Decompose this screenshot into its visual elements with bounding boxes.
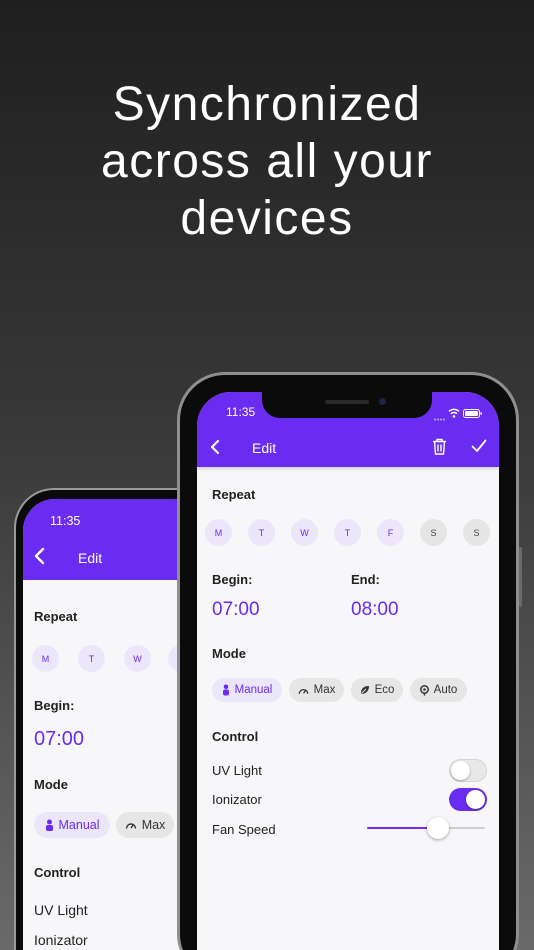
front-day-thu[interactable]: T <box>334 519 361 546</box>
back-begin-time[interactable]: 07:00 <box>34 728 84 751</box>
back-mode-max-label: Max <box>141 818 166 832</box>
wifi-icon <box>448 405 460 423</box>
signal-icon <box>434 408 446 426</box>
back-mode-label: Mode <box>34 777 68 792</box>
front-control-label: Control <box>212 729 259 744</box>
back-nav-title: Edit <box>78 550 103 566</box>
headline-line-3: devices <box>180 192 354 245</box>
back-control-ionizator: Ionizator <box>34 932 88 948</box>
back-begin-label: Begin: <box>34 698 75 713</box>
delete-button[interactable] <box>432 438 447 460</box>
hand-icon <box>222 684 229 696</box>
back-day-wed[interactable]: W <box>124 645 151 672</box>
front-mode-label: Mode <box>212 646 246 661</box>
speedometer-icon <box>125 823 136 829</box>
save-button[interactable] <box>471 439 487 458</box>
front-mode-max[interactable]: Max <box>289 678 344 702</box>
back-phone: 11:35 Edit Repeat M T W Begin: 07:00 Mod… <box>14 488 190 950</box>
phone-notch <box>262 392 432 418</box>
back-mode-manual-label: Manual <box>58 818 100 832</box>
back-day-mon[interactable]: M <box>32 645 59 672</box>
back-control-uv-light: UV Light <box>34 902 88 918</box>
back-button[interactable] <box>33 547 47 570</box>
front-nav-title: Edit <box>252 440 277 456</box>
front-status-time: 11:35 <box>226 405 256 419</box>
back-repeat-label: Repeat <box>34 609 78 624</box>
back-app-bar: 11:35 Edit <box>23 499 190 580</box>
front-mode-eco-label: Eco <box>374 684 395 696</box>
front-mode-auto[interactable]: Auto <box>410 678 467 702</box>
front-begin-label: Begin: <box>212 572 253 587</box>
hand-icon <box>45 819 53 831</box>
phone-side-button <box>519 547 522 607</box>
front-day-sun[interactable]: S <box>463 519 490 546</box>
back-day-tue[interactable]: T <box>78 645 105 672</box>
back-control-label: Control <box>34 865 81 880</box>
fan-speed-slider[interactable] <box>367 816 485 840</box>
speedometer-icon <box>298 688 308 694</box>
chevron-left-icon <box>34 547 45 565</box>
battery-icon <box>463 405 482 423</box>
front-phone: 11:35 Edit Repeat M T W T F S S Begin: 0… <box>177 372 522 950</box>
front-mode-manual-label: Manual <box>234 684 273 696</box>
front-end-label: End: <box>351 572 380 587</box>
front-mode-manual[interactable]: Manual <box>212 678 282 702</box>
front-mode-auto-label: Auto <box>433 684 458 696</box>
front-phone-screen: 11:35 Edit Repeat M T W T F S S Begin: 0… <box>197 392 499 950</box>
front-end-time[interactable]: 08:00 <box>351 599 399 621</box>
front-back-button[interactable] <box>209 439 221 460</box>
front-day-mon[interactable]: M <box>205 519 232 546</box>
front-day-fri[interactable]: F <box>377 519 404 546</box>
headline: Synchronized across all your devices <box>0 76 534 247</box>
front-control-uv-light: UV Light <box>212 763 262 778</box>
fan-slider-knob[interactable] <box>426 817 449 839</box>
back-mode-max[interactable]: Max <box>116 812 174 838</box>
check-icon <box>471 439 487 452</box>
front-repeat-label: Repeat <box>212 487 256 502</box>
front-begin-time[interactable]: 07:00 <box>212 599 260 621</box>
front-mode-eco[interactable]: Eco <box>351 678 403 702</box>
leaf-icon <box>360 686 369 694</box>
front-day-tue[interactable]: T <box>248 519 275 546</box>
front-day-sat[interactable]: S <box>420 519 447 546</box>
headline-line-1: Synchronized <box>112 78 422 131</box>
front-mode-max-label: Max <box>313 684 336 696</box>
front-control-fan-speed: Fan Speed <box>212 822 276 837</box>
trash-icon <box>433 438 446 455</box>
front-control-ionizator: Ionizator <box>212 792 262 807</box>
chevron-left-icon <box>210 439 220 455</box>
auto-icon <box>419 684 429 695</box>
back-phone-screen: 11:35 Edit Repeat M T W Begin: 07:00 Mod… <box>23 499 190 950</box>
uv-light-toggle[interactable] <box>449 759 487 782</box>
back-status-time: 11:35 <box>50 514 81 528</box>
headline-line-2: across all your <box>101 135 433 188</box>
front-day-wed[interactable]: W <box>291 519 318 546</box>
ionizator-toggle[interactable] <box>449 788 487 811</box>
back-mode-manual[interactable]: Manual <box>34 812 110 838</box>
